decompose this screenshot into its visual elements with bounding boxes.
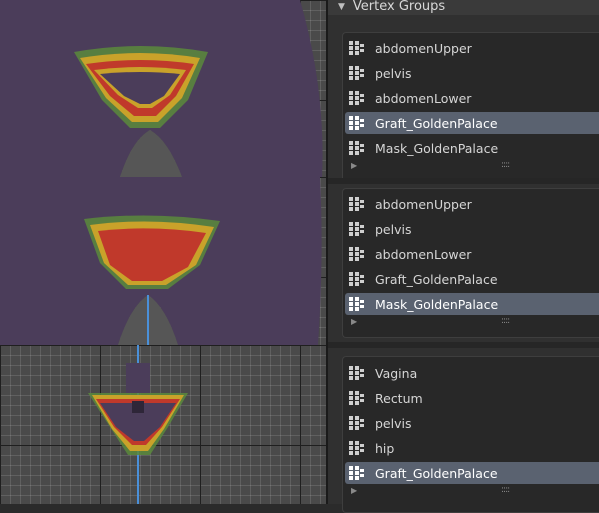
list-item[interactable]: Vagina — [345, 362, 599, 384]
vertex-group-name: abdomenLower — [375, 246, 472, 262]
vertex-groups-header[interactable]: ▼ Vertex Groups — [328, 0, 599, 15]
list-item[interactable]: pelvis — [345, 412, 599, 434]
list-item[interactable]: Mask_GoldenPalace — [345, 137, 599, 159]
list-item[interactable]: pelvis — [345, 218, 599, 240]
vertex-group-name: abdomenLower — [375, 90, 472, 106]
vertex-group-icon — [349, 466, 364, 480]
list-item[interactable]: abdomenUpper — [345, 193, 599, 215]
vertex-group-icon — [349, 366, 364, 380]
list-item[interactable]: abdomenLower — [345, 87, 599, 109]
list-item[interactable]: abdomenUpper — [345, 37, 599, 59]
list-item[interactable]: Rectum — [345, 387, 599, 409]
vertex-group-list-1: abdomenUpper pelvis abdomenLower Graft_G… — [342, 32, 599, 182]
list-footer: ▶ :::: — [343, 485, 599, 499]
properties-panel: ▼ Vertex Groups abdomenUpper pelvis abdom… — [328, 0, 599, 513]
vertex-group-name: hip — [375, 440, 395, 456]
mesh-weight-view-2 — [0, 177, 322, 345]
vertex-group-name: abdomenUpper — [375, 40, 472, 56]
collapse-triangle-icon[interactable]: ▼ — [338, 2, 345, 12]
vertex-group-name: Rectum — [375, 390, 423, 406]
vertex-group-icon — [349, 441, 364, 455]
vertex-group-list-3: Vagina Rectum pelvis hip Graft_GoldenPal… — [342, 356, 599, 513]
resize-grip-icon[interactable]: :::: — [501, 316, 510, 326]
vertex-group-name: Graft_GoldenPalace — [375, 271, 498, 287]
list-item-selected[interactable]: Graft_GoldenPalace — [345, 112, 599, 134]
list-item-selected[interactable]: Graft_GoldenPalace — [345, 462, 599, 484]
vertex-group-name: Mask_GoldenPalace — [375, 296, 499, 312]
vertex-group-list-2: abdomenUpper pelvis abdomenLower Graft_G… — [342, 188, 599, 338]
expand-triangle-icon[interactable]: ▶ — [351, 161, 357, 170]
list-item[interactable]: abdomenLower — [345, 243, 599, 265]
viewport-middle[interactable] — [0, 177, 326, 345]
viewport-bottom[interactable] — [0, 345, 326, 504]
vertex-group-icon — [349, 141, 364, 155]
section-separator — [328, 178, 599, 184]
vertex-group-name: abdomenUpper — [375, 196, 472, 212]
list-footer: ▶ :::: — [343, 316, 599, 330]
expand-triangle-icon[interactable]: ▶ — [351, 317, 357, 326]
list-footer: ▶ :::: — [343, 160, 599, 174]
vertex-group-icon — [349, 91, 364, 105]
vertex-group-icon — [349, 272, 364, 286]
list-item[interactable]: hip — [345, 437, 599, 459]
vertex-group-icon — [349, 297, 364, 311]
list-item[interactable]: pelvis — [345, 62, 599, 84]
resize-grip-icon[interactable]: :::: — [501, 485, 510, 495]
mesh-weight-view-3 — [88, 345, 188, 504]
vertex-group-icon — [349, 41, 364, 55]
vertex-group-icon — [349, 416, 364, 430]
list-item[interactable]: Graft_GoldenPalace — [345, 268, 599, 290]
vertex-group-icon — [349, 116, 364, 130]
vertex-group-name: pelvis — [375, 65, 412, 81]
vertex-group-icon — [349, 247, 364, 261]
vertex-group-icon — [349, 222, 364, 236]
vertex-group-name: Mask_GoldenPalace — [375, 140, 499, 156]
vertex-group-icon — [349, 66, 364, 80]
mesh-weight-view-1 — [0, 0, 323, 177]
vertex-group-name: Graft_GoldenPalace — [375, 465, 498, 481]
vertex-group-name: Vagina — [375, 365, 418, 381]
vertex-group-name: pelvis — [375, 221, 412, 237]
list-item-selected[interactable]: Mask_GoldenPalace — [345, 293, 599, 315]
panel-title: Vertex Groups — [352, 0, 446, 14]
vertex-group-name: pelvis — [375, 415, 412, 431]
viewport-top[interactable] — [0, 0, 326, 177]
section-separator — [328, 342, 599, 348]
vertex-group-name: Graft_GoldenPalace — [375, 115, 498, 131]
vertex-group-icon — [349, 391, 364, 405]
expand-triangle-icon[interactable]: ▶ — [351, 486, 357, 495]
vertex-group-icon — [349, 197, 364, 211]
resize-grip-icon[interactable]: :::: — [501, 160, 510, 170]
